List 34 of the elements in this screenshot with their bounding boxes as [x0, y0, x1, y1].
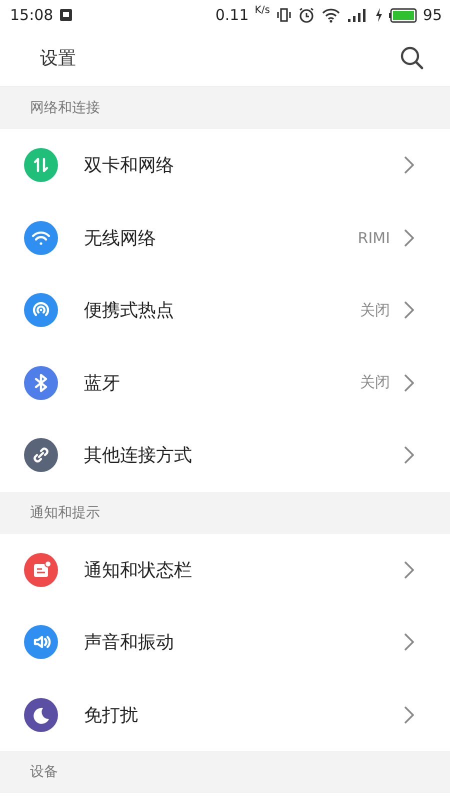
notification-icon: [59, 8, 74, 22]
row-label: 声音和振动: [84, 631, 175, 654]
clock-time: 15:08: [10, 6, 54, 24]
alarm-icon: [298, 6, 315, 24]
section-title: 通知和提示: [30, 504, 100, 522]
battery-percentage: 95: [422, 6, 442, 24]
chevron-icon: [404, 301, 414, 320]
battery-icon: [388, 8, 417, 22]
row-label: 免打扰: [84, 704, 139, 727]
row-value: 关闭: [360, 300, 390, 320]
section-title: 网络和连接: [30, 99, 100, 117]
charging-icon: [374, 8, 383, 22]
chevron-icon: [404, 560, 414, 579]
chevron-icon: [404, 156, 414, 174]
page-title: 设置: [40, 47, 76, 70]
row-value: 关闭: [360, 373, 390, 392]
section-title: 设备: [30, 763, 58, 781]
row-label: 其他连接方式: [84, 444, 193, 468]
chevron-icon: [404, 446, 414, 464]
wifi-icon: [320, 7, 341, 23]
network-speed: 0.11: [215, 6, 249, 24]
chevron-icon: [404, 706, 414, 724]
row-label: 蓝牙: [84, 372, 121, 395]
vibrate-icon: [276, 7, 292, 23]
chevron-icon: [404, 374, 414, 392]
chevron-icon: [404, 228, 414, 247]
chevron-icon: [404, 633, 414, 652]
row-value: RIMI: [358, 228, 390, 247]
row-label: 双卡和网络: [84, 154, 175, 178]
search-icon[interactable]: [400, 46, 424, 70]
row-label: 便携式热点: [84, 299, 175, 322]
row-label: 通知和状态栏: [84, 558, 193, 582]
speed-unit: K/s: [254, 4, 270, 16]
row-label: 无线网络: [84, 226, 157, 250]
